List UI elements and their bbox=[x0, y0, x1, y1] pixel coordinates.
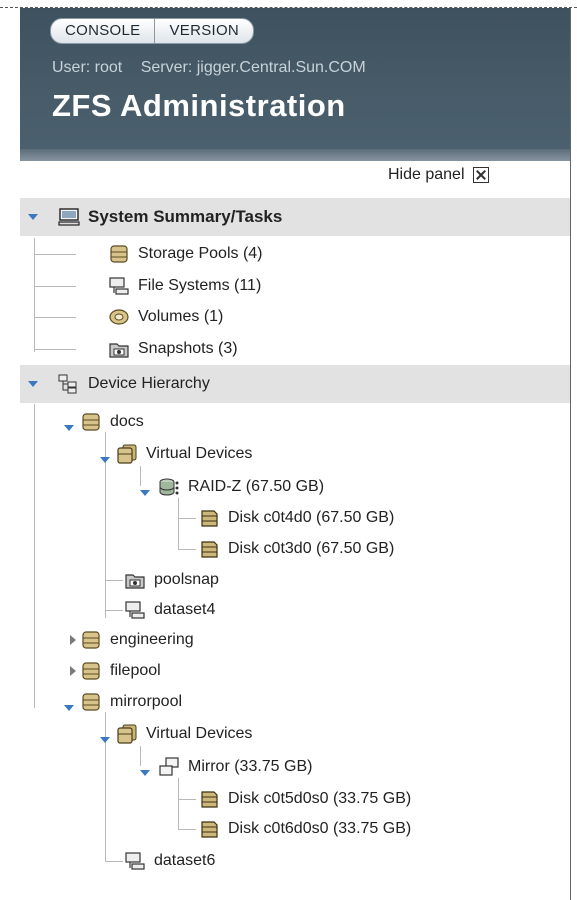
tree-item-snapshots[interactable]: Snapshots (3) bbox=[108, 336, 238, 362]
tree-node-filepool[interactable]: filepool bbox=[80, 658, 161, 684]
collapsed-toggle-icon[interactable] bbox=[70, 666, 76, 676]
tree-connector bbox=[178, 549, 196, 550]
page-border-right bbox=[570, 8, 571, 900]
tree-node-disk-c0t4d0[interactable]: Disk c0t4d0 (67.50 GB) bbox=[198, 505, 394, 531]
collapsed-toggle-icon[interactable] bbox=[70, 635, 76, 645]
hide-panel-button[interactable]: Hide panel bbox=[388, 166, 489, 184]
storage-pool-icon bbox=[80, 630, 102, 650]
tree-node-dataset4[interactable]: dataset4 bbox=[124, 597, 215, 623]
tree-node-mirrorpool[interactable]: mirrorpool bbox=[80, 689, 182, 715]
tree-node-engineering[interactable]: engineering bbox=[80, 627, 194, 653]
masthead-band bbox=[20, 149, 570, 161]
expanded-toggle-icon[interactable] bbox=[28, 381, 38, 387]
tree-node-docs-virtual-devices[interactable]: Virtual Devices bbox=[116, 441, 252, 467]
computer-icon bbox=[58, 207, 80, 227]
hierarchy-icon bbox=[58, 374, 80, 394]
expanded-toggle-icon[interactable] bbox=[140, 770, 150, 776]
tree-connector bbox=[105, 712, 106, 862]
storage-pool-icon bbox=[80, 661, 102, 681]
tree-node-device-hierarchy[interactable]: Device Hierarchy bbox=[58, 371, 210, 397]
snapshot-icon bbox=[124, 570, 146, 590]
disk-icon bbox=[198, 819, 220, 839]
close-icon[interactable] bbox=[472, 167, 489, 183]
tree-node-docs[interactable]: docs bbox=[80, 409, 144, 435]
file-system-icon bbox=[108, 276, 130, 296]
tree-connector bbox=[178, 829, 196, 830]
server-label: Server: jigger.Central.Sun.COM bbox=[140, 59, 366, 76]
version-tab[interactable]: VERSION bbox=[154, 19, 253, 43]
snapshot-icon bbox=[108, 339, 130, 359]
disk-icon bbox=[198, 539, 220, 559]
tree-item-file-systems[interactable]: File Systems (11) bbox=[108, 273, 261, 299]
expanded-toggle-icon[interactable] bbox=[64, 425, 74, 431]
tree-connector bbox=[34, 317, 76, 318]
console-tab[interactable]: CONSOLE bbox=[51, 19, 154, 43]
disk-icon bbox=[198, 508, 220, 528]
mirror-icon bbox=[158, 757, 180, 777]
tree-connector bbox=[34, 238, 35, 352]
raid-icon bbox=[158, 477, 180, 497]
tree-connector bbox=[178, 778, 179, 830]
tree-connector bbox=[105, 861, 123, 862]
expanded-toggle-icon[interactable] bbox=[28, 214, 38, 220]
tree-node-disk-c0t5d0s0[interactable]: Disk c0t5d0s0 (33.75 GB) bbox=[198, 786, 411, 812]
tree-node-disk-c0t3d0[interactable]: Disk c0t3d0 (67.50 GB) bbox=[198, 536, 394, 562]
hide-panel-label: Hide panel bbox=[388, 166, 465, 183]
storage-pool-icon bbox=[80, 692, 102, 712]
expanded-toggle-icon[interactable] bbox=[100, 737, 110, 743]
expanded-toggle-icon[interactable] bbox=[64, 705, 74, 711]
masthead: CONSOLE VERSION User: root Server: jigge… bbox=[20, 8, 570, 149]
tree-node-dataset6[interactable]: dataset6 bbox=[124, 848, 215, 874]
session-info: User: root Server: jigger.Central.Sun.CO… bbox=[52, 59, 380, 77]
tree-node-raidz[interactable]: RAID-Z (67.50 GB) bbox=[158, 474, 324, 500]
tree-connector bbox=[105, 610, 123, 611]
tree-connector bbox=[105, 580, 123, 581]
tree-connector bbox=[140, 746, 141, 766]
tree-item-volumes[interactable]: Volumes (1) bbox=[108, 304, 223, 330]
tree-connector bbox=[34, 254, 76, 255]
tree-connector bbox=[178, 498, 179, 550]
tree-connector bbox=[34, 286, 76, 287]
app-title: ZFS Administration bbox=[52, 88, 346, 123]
storage-pool-icon bbox=[108, 244, 130, 264]
tree-item-storage-pools[interactable]: Storage Pools (4) bbox=[108, 241, 263, 267]
tree-connector bbox=[178, 518, 196, 519]
virtual-devices-icon bbox=[116, 444, 138, 464]
tree-node-system-summary[interactable]: System Summary/Tasks bbox=[58, 204, 282, 230]
tree-connector bbox=[34, 404, 35, 708]
storage-pool-icon bbox=[80, 412, 102, 432]
tree-node-disk-c0t6d0s0[interactable]: Disk c0t6d0s0 (33.75 GB) bbox=[198, 816, 411, 842]
tree-node-poolsnap[interactable]: poolsnap bbox=[124, 567, 219, 593]
tree-connector bbox=[140, 466, 141, 486]
tree-node-mirror-virtual-devices[interactable]: Virtual Devices bbox=[116, 721, 252, 747]
volume-icon bbox=[108, 307, 130, 327]
user-label: User: root bbox=[52, 59, 123, 76]
expanded-toggle-icon[interactable] bbox=[100, 457, 110, 463]
file-system-icon bbox=[124, 600, 146, 620]
expanded-toggle-icon[interactable] bbox=[140, 490, 150, 496]
tree-connector bbox=[34, 349, 76, 350]
file-system-icon bbox=[124, 851, 146, 871]
masthead-tabs: CONSOLE VERSION bbox=[50, 18, 255, 44]
disk-icon bbox=[198, 789, 220, 809]
tree-node-mirror[interactable]: Mirror (33.75 GB) bbox=[158, 754, 312, 780]
virtual-devices-icon bbox=[116, 724, 138, 744]
tree-connector bbox=[178, 799, 196, 800]
